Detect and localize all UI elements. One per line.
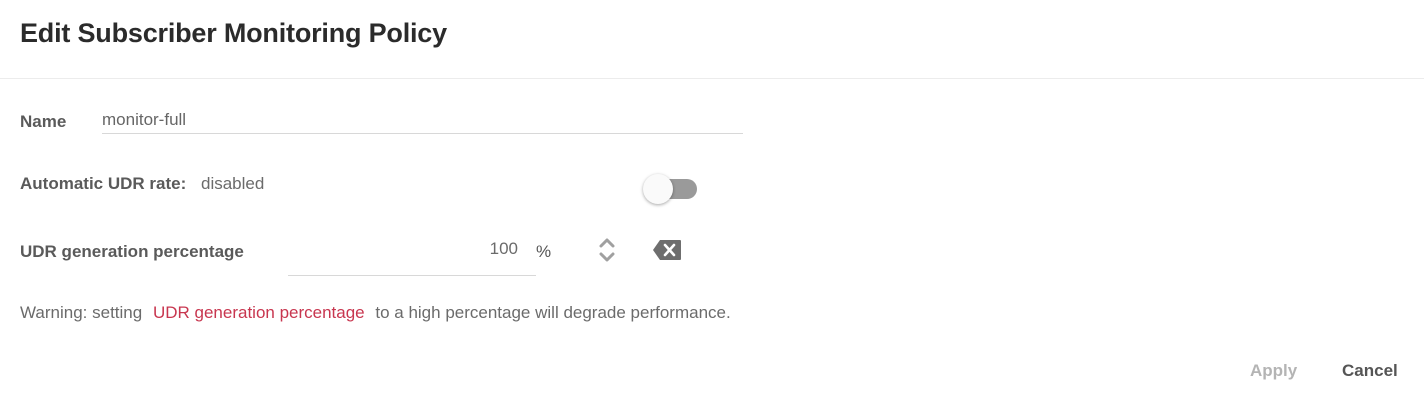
percent-unit: % [536,242,552,261]
warning-message: Warning: setting UDR generation percenta… [20,303,731,323]
dialog-title: Edit Subscriber Monitoring Policy [20,18,447,48]
cancel-button[interactable]: Cancel [1342,361,1398,381]
udr-percentage-input[interactable] [288,236,536,276]
toggle-knob [643,174,673,204]
apply-button[interactable]: Apply [1250,361,1297,381]
edit-policy-dialog: Edit Subscriber Monitoring Policy Name A… [0,0,1424,414]
automatic-udr-rate-toggle[interactable] [643,174,699,204]
dialog-header: Edit Subscriber Monitoring Policy [0,0,1424,79]
name-input[interactable] [102,106,743,134]
chevron-up-down-icon[interactable] [597,236,617,264]
warning-prefix: Warning: setting [20,303,143,322]
name-label: Name [20,112,67,131]
automatic-udr-rate-status: disabled [201,174,265,193]
udr-percentage-label: UDR generation percentage [20,242,244,261]
warning-suffix: to a high percentage will degrade perfor… [375,303,731,322]
backspace-clear-icon[interactable] [652,239,682,261]
warning-highlight: UDR generation percentage [152,303,365,322]
automatic-udr-rate-label: Automatic UDR rate: [20,174,187,193]
